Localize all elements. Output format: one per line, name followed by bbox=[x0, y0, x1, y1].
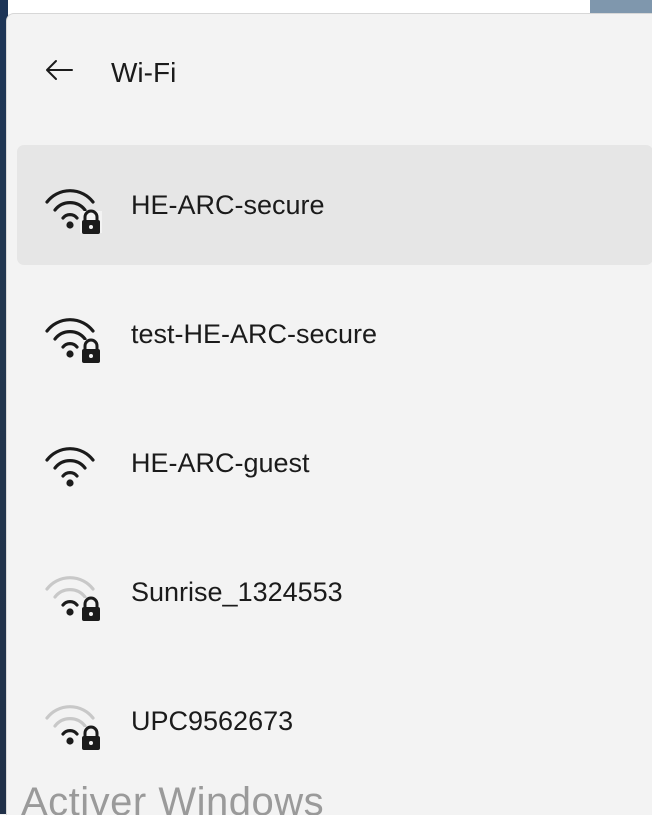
wifi-quick-settings-panel: Wi-Fi HE-ARC-secure test-HE-ARC-secure H… bbox=[6, 13, 652, 815]
network-item-he-arc-guest[interactable]: HE-ARC-guest bbox=[17, 403, 652, 523]
wifi-lock-icon bbox=[43, 304, 107, 364]
network-item-he-arc-secure[interactable]: HE-ARC-secure bbox=[17, 145, 652, 265]
back-button[interactable] bbox=[35, 50, 83, 94]
desktop-background-top bbox=[8, 0, 652, 14]
network-name: Sunrise_1324553 bbox=[131, 577, 343, 607]
wifi-lock-icon bbox=[43, 562, 107, 622]
network-item-sunrise[interactable]: Sunrise_1324553 bbox=[17, 532, 652, 652]
network-list: HE-ARC-secure test-HE-ARC-secure HE-ARC-… bbox=[17, 145, 652, 790]
network-name: UPC9562673 bbox=[131, 706, 294, 736]
network-name: test-HE-ARC-secure bbox=[131, 319, 378, 349]
network-name: HE-ARC-secure bbox=[131, 190, 325, 220]
windows-activation-watermark: Activer Windows bbox=[21, 780, 325, 815]
network-item-upc[interactable]: UPC9562673 bbox=[17, 661, 652, 781]
wifi-lock-icon bbox=[43, 175, 107, 235]
wifi-icon bbox=[43, 433, 107, 493]
arrow-left-icon bbox=[44, 58, 74, 87]
desktop-background-corner bbox=[590, 0, 652, 14]
wifi-lock-icon bbox=[43, 691, 107, 751]
panel-header: Wi-Fi bbox=[7, 14, 652, 129]
network-item-test-he-arc-secure[interactable]: test-HE-ARC-secure bbox=[17, 274, 652, 394]
network-name: HE-ARC-guest bbox=[131, 448, 310, 478]
page-title: Wi-Fi bbox=[111, 57, 177, 88]
